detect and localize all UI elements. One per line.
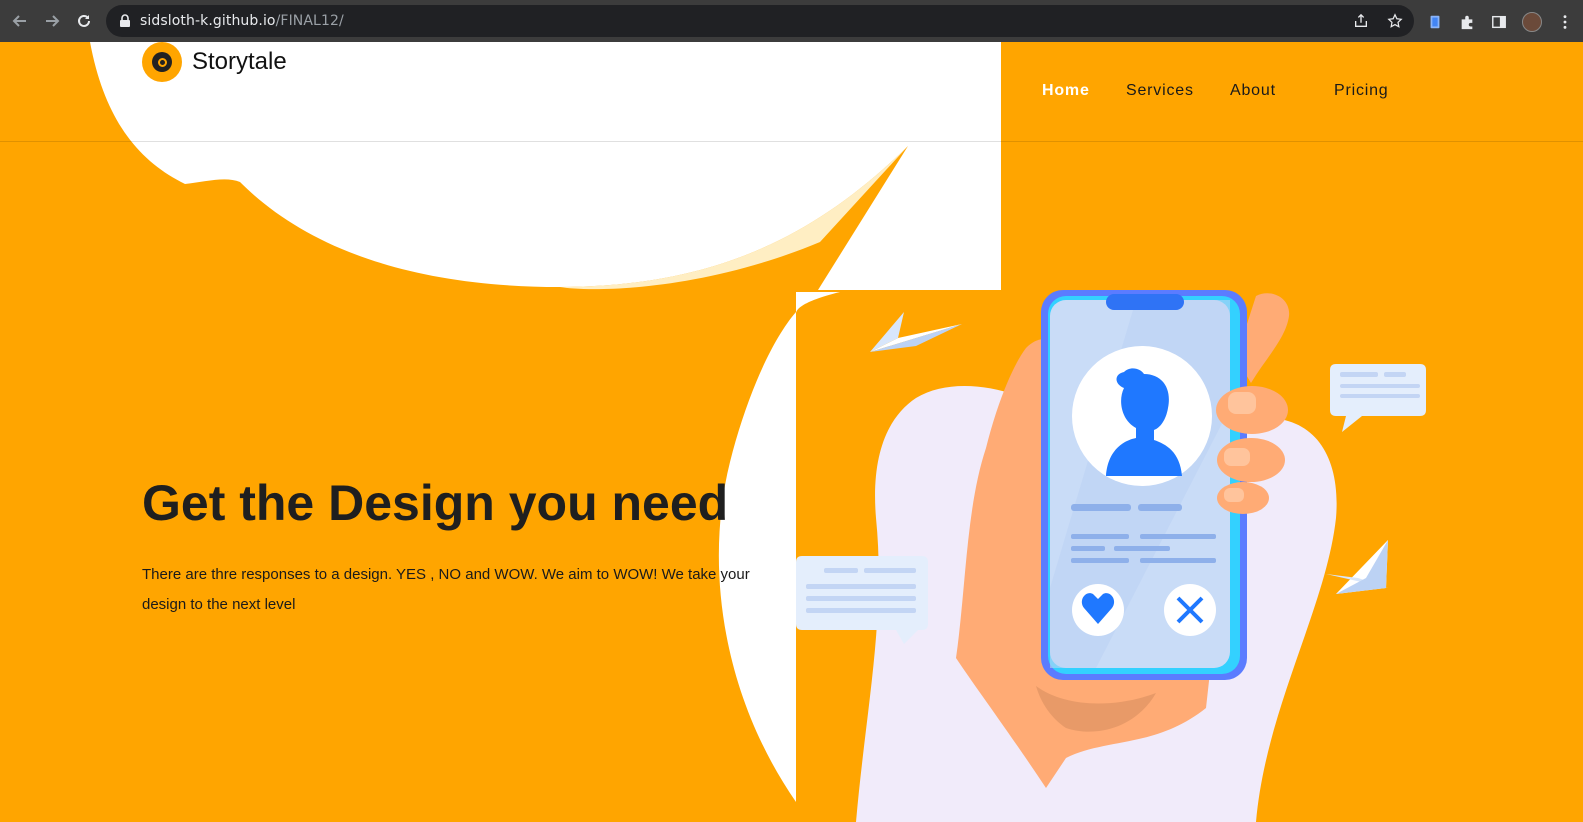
hero-description: There are thre responses to a design. YE… <box>142 566 750 613</box>
brand-name: Storytale <box>192 48 287 75</box>
nav-home[interactable]: Home <box>1042 82 1090 100</box>
extensions-puzzle-icon[interactable] <box>1458 13 1476 31</box>
site-navbar: Storytale Home Services About Pricing <box>0 42 1583 142</box>
browser-toolbar: sidsloth-k.github.io/FINAL12/ <box>0 0 1583 42</box>
url-host: sidsloth-k.github.io <box>140 13 276 29</box>
nav-services[interactable]: Services <box>1126 82 1194 100</box>
lock-icon[interactable] <box>118 14 132 28</box>
share-icon[interactable] <box>1352 12 1370 30</box>
back-arrow-icon[interactable] <box>8 9 32 33</box>
bookmark-star-icon[interactable] <box>1386 12 1404 30</box>
side-panel-icon[interactable] <box>1490 13 1508 31</box>
brand[interactable]: Storytale <box>142 42 287 82</box>
nav-about[interactable]: About <box>1230 82 1276 100</box>
kebab-menu-icon[interactable] <box>1556 13 1574 31</box>
reload-icon[interactable] <box>72 9 96 33</box>
url-path: /FINAL12/ <box>275 13 344 29</box>
hero-title: Get the Design you need <box>142 475 729 531</box>
phone-in-hand-illustration <box>796 290 1426 822</box>
url-text[interactable]: sidsloth-k.github.io/FINAL12/ <box>140 13 344 29</box>
address-bar[interactable]: sidsloth-k.github.io/FINAL12/ <box>106 5 1414 37</box>
profile-avatar[interactable] <box>1522 12 1542 32</box>
extension-docs-icon[interactable] <box>1426 13 1444 31</box>
webpage: Storytale Home Services About Pricing Ge… <box>0 42 1583 822</box>
camera-lens-logo-icon <box>142 42 182 82</box>
forward-arrow-icon[interactable] <box>40 9 64 33</box>
nav-pricing[interactable]: Pricing <box>1334 82 1389 100</box>
